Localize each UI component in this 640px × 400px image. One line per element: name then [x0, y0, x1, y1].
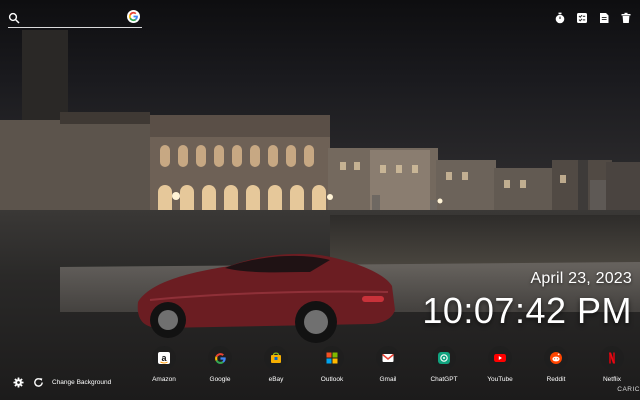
reddit-icon[interactable]: [544, 346, 568, 370]
shortcut-youtube[interactable]: YouTube: [472, 346, 528, 383]
notes-icon[interactable]: [596, 10, 612, 26]
bottom-left-controls: Change Background: [12, 376, 111, 388]
google-icon[interactable]: [208, 346, 232, 370]
search-icon[interactable]: [8, 11, 20, 24]
refresh-icon[interactable]: [32, 376, 44, 388]
shortcuts-bar: a Amazon Google eBay Outlook Gmail ChatG…: [136, 346, 640, 383]
shortcut-outlook[interactable]: Outlook: [304, 346, 360, 383]
shortcut-label: Reddit: [546, 376, 566, 383]
gmail-icon[interactable]: [376, 346, 400, 370]
photo-credit: CARIC: [617, 386, 640, 393]
shortcut-gmail[interactable]: Gmail: [360, 346, 416, 383]
google-g-icon[interactable]: [127, 10, 140, 23]
shortcut-label: ChatGPT: [430, 376, 458, 383]
shortcut-label: YouTube: [487, 376, 513, 383]
youtube-icon[interactable]: [488, 346, 512, 370]
shortcut-label: Outlook: [320, 376, 344, 383]
change-background-button[interactable]: Change Background: [52, 379, 111, 386]
shortcut-label: Google: [209, 376, 231, 383]
todo-icon[interactable]: [574, 10, 590, 26]
timer-icon[interactable]: [552, 10, 568, 26]
shortcut-google[interactable]: Google: [192, 346, 248, 383]
date-display: April 23, 2023: [530, 270, 632, 287]
outlook-icon[interactable]: [320, 346, 344, 370]
shortcut-label: Netflix: [602, 376, 622, 383]
search-input[interactable]: [24, 9, 124, 25]
trash-icon[interactable]: [618, 10, 634, 26]
shortcut-ebay[interactable]: eBay: [248, 346, 304, 383]
shortcut-label: eBay: [268, 376, 284, 383]
time-display: 10:07:42 PM: [422, 290, 632, 331]
shortcut-reddit[interactable]: Reddit: [528, 346, 584, 383]
netflix-icon[interactable]: [600, 346, 624, 370]
gear-icon[interactable]: [12, 376, 24, 388]
chatgpt-icon[interactable]: [432, 346, 456, 370]
amazon-icon[interactable]: a: [152, 346, 176, 370]
ebay-icon[interactable]: [264, 346, 288, 370]
sports-car: [137, 253, 395, 343]
top-right-toolbar: [552, 10, 634, 26]
shortcut-label: Gmail: [379, 376, 397, 383]
search-bar[interactable]: [8, 8, 142, 28]
background-image: [0, 0, 640, 400]
shortcut-netflix[interactable]: Netflix: [584, 346, 640, 383]
shortcut-amazon[interactable]: a Amazon: [136, 346, 192, 383]
shortcut-label: Amazon: [152, 376, 176, 383]
shortcut-chatgpt[interactable]: ChatGPT: [416, 346, 472, 383]
